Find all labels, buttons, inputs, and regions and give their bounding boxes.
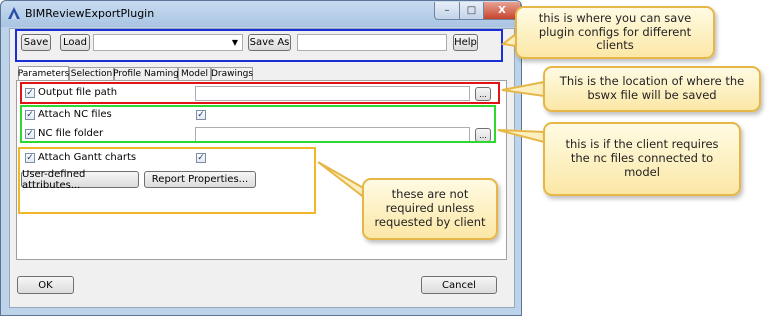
nc-callout: this is if the client requires the nc fi… (543, 122, 741, 196)
configs-callout: this is where you can save plugin config… (515, 6, 715, 59)
bswx-callout-pointer (501, 80, 545, 98)
nc-callout-pointer (497, 129, 545, 144)
bswx-callout: This is the location of where the bswx f… (543, 66, 761, 112)
optional-callout: these are not required unless requested … (362, 178, 498, 240)
